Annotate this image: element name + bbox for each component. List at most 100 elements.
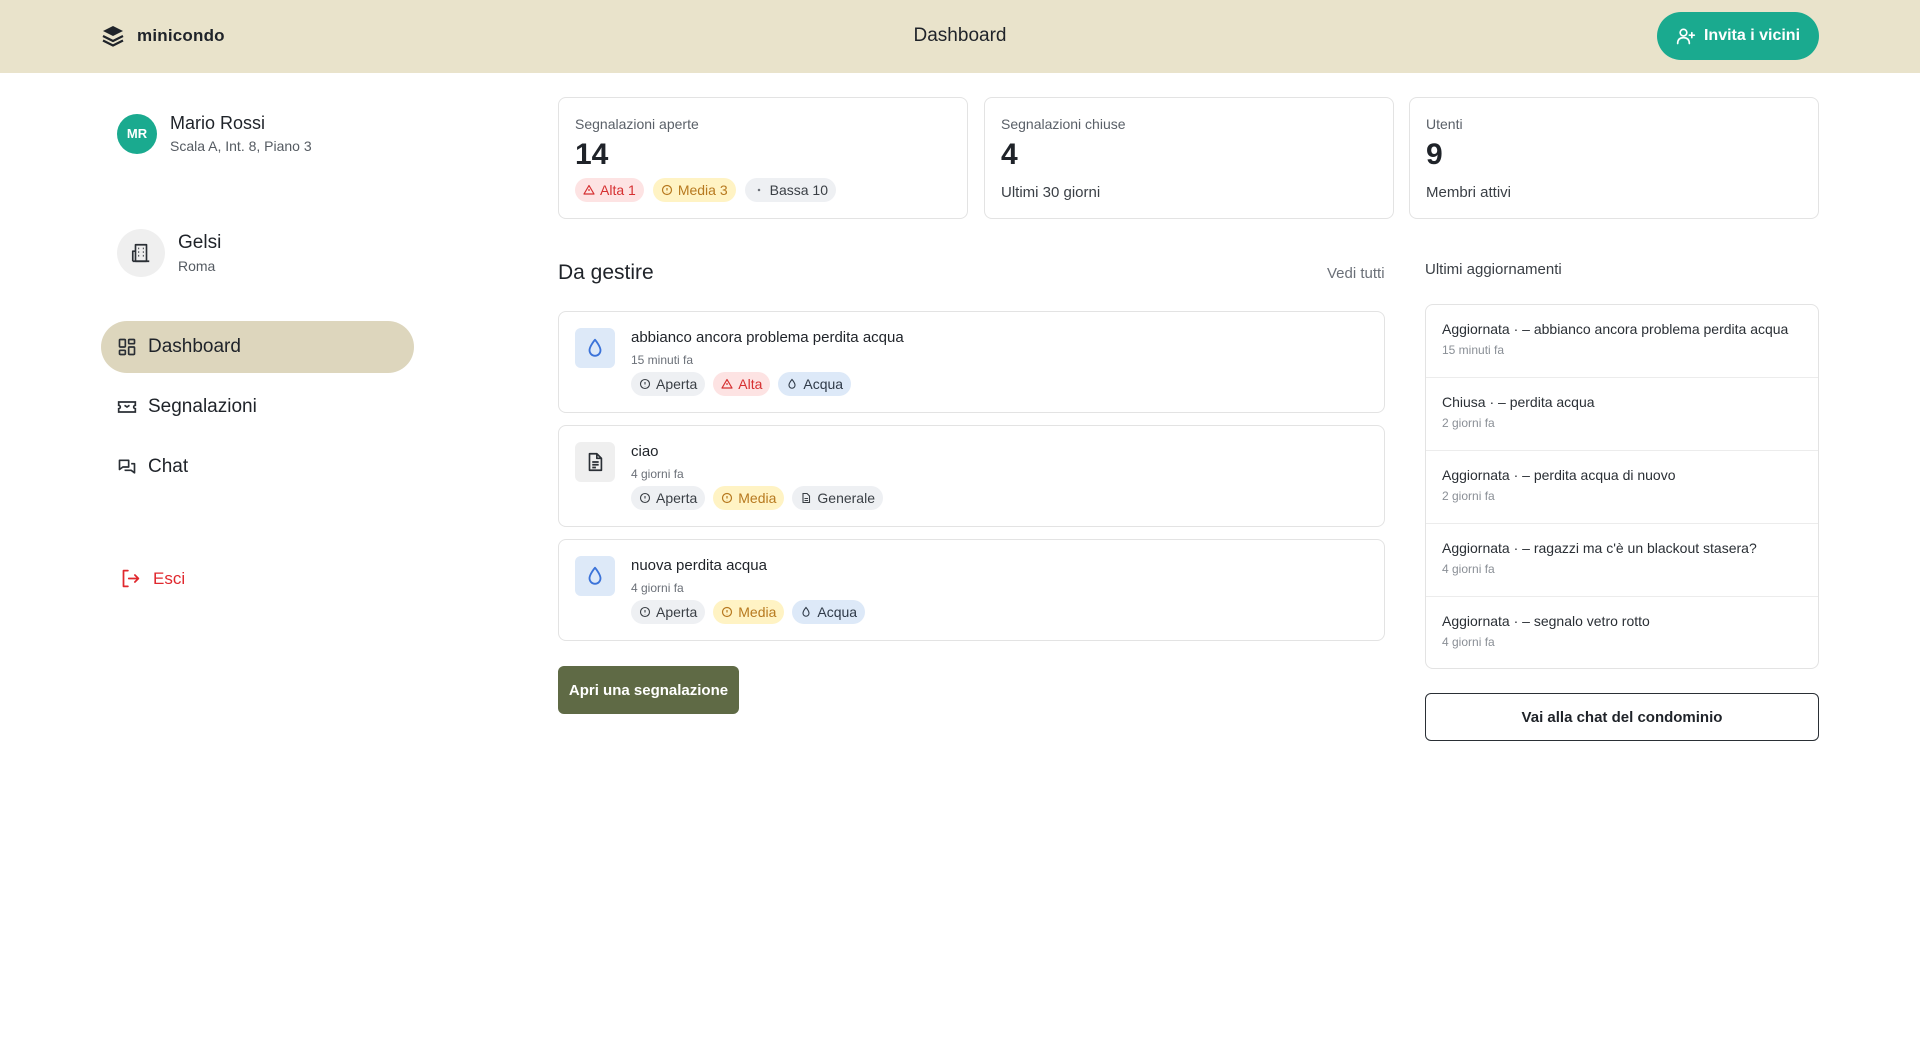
- info-circle-icon: [722, 492, 733, 504]
- see-all-link[interactable]: Vedi tutti: [1327, 265, 1385, 282]
- stat-label: Utenti: [1426, 116, 1463, 132]
- updates-title: Ultimi aggiornamenti: [1425, 261, 1562, 278]
- update-time: 2 giorni fa: [1442, 489, 1495, 503]
- badge-label: Aperta: [656, 604, 698, 620]
- sidebar-item-segnalazioni[interactable]: Segnalazioni: [101, 381, 414, 433]
- stat-card-closed[interactable]: Segnalazioni chiuse 4 Ultimi 30 giorni: [984, 97, 1394, 219]
- update-time: 2 giorni fa: [1442, 416, 1495, 430]
- user-plus-icon: [1676, 28, 1696, 45]
- issue-time: 4 giorni fa: [631, 467, 684, 481]
- sidebar-nav: Dashboard Segnalazioni Chat: [101, 321, 414, 501]
- logout-button[interactable]: Esci: [120, 568, 185, 589]
- priority-badge: Media: [713, 600, 785, 624]
- invite-neighbors-button[interactable]: Invita i vicini: [1657, 12, 1819, 60]
- page-title: Dashboard: [913, 25, 1007, 46]
- dot-icon: [757, 188, 760, 192]
- stat-label: Segnalazioni chiuse: [1001, 116, 1126, 132]
- issue-card[interactable]: ciao 4 giorni fa Aperta Media Generale: [558, 425, 1385, 527]
- info-circle-icon: [722, 606, 733, 618]
- category-badge: Generale: [792, 486, 883, 510]
- water-drop-icon: [575, 328, 615, 368]
- priority-low-badge: Bassa 10: [744, 178, 836, 202]
- priority-badge: Alta: [713, 372, 771, 396]
- section-title-todo: Da gestire: [558, 261, 654, 284]
- badge-label: Acqua: [817, 604, 858, 620]
- status-badge: Aperta: [631, 600, 706, 624]
- issue-card[interactable]: abbianco ancora problema perdita acqua 1…: [558, 311, 1385, 413]
- sidebar-item-label: Segnalazioni: [148, 396, 257, 417]
- update-text: Chiusa · – perdita acqua: [1442, 394, 1595, 410]
- stat-value: 9: [1426, 138, 1443, 171]
- stat-value: 4: [1001, 138, 1018, 171]
- info-circle-icon: [639, 378, 651, 390]
- badge-label: Aperta: [656, 490, 698, 506]
- stat-sub: Ultimi 30 giorni: [1001, 184, 1101, 201]
- category-badge: Acqua: [792, 600, 866, 624]
- update-item[interactable]: Chiusa · – perdita acqua 2 giorni fa: [1426, 378, 1818, 451]
- badge-label: Media: [738, 490, 777, 506]
- profile-address: Scala A, Int. 8, Piano 3: [170, 138, 312, 154]
- update-text: Aggiornata · – segnalo vetro rotto: [1442, 613, 1650, 629]
- top-bar: minicondo Dashboard Invita i vicini: [0, 0, 1920, 73]
- issue-time: 4 giorni fa: [631, 581, 684, 595]
- info-circle-icon: [639, 492, 651, 504]
- chat-icon: [118, 459, 136, 474]
- priority-high-badge: Alta 1: [575, 178, 644, 202]
- update-text: Aggiornata · – abbianco ancora problema …: [1442, 321, 1789, 337]
- badge-label: Bassa 10: [769, 182, 828, 198]
- issue-title: abbianco ancora problema perdita acqua: [631, 329, 904, 346]
- category-badge: Acqua: [778, 372, 852, 396]
- stat-card-users[interactable]: Utenti 9 Membri attivi: [1409, 97, 1819, 219]
- status-badge: Aperta: [631, 486, 706, 510]
- update-time: 4 giorni fa: [1442, 635, 1495, 649]
- document-icon: [802, 492, 811, 504]
- condo-name: Gelsi: [178, 232, 222, 253]
- badge-label: Acqua: [803, 376, 844, 392]
- logout-label: Esci: [153, 568, 186, 588]
- update-item[interactable]: Aggiornata · – perdita acqua di nuovo 2 …: [1426, 451, 1818, 524]
- warning-icon: [721, 378, 733, 389]
- badge-label: Alta: [738, 376, 763, 392]
- stat-sub: Membri attivi: [1426, 184, 1512, 201]
- building-icon: [117, 229, 165, 277]
- ticket-icon: [117, 401, 137, 413]
- update-text: Aggiornata · – ragazzi ma c'è un blackou…: [1442, 540, 1757, 556]
- badge-label: Media: [738, 604, 777, 620]
- dashboard-icon: [118, 338, 136, 356]
- profile-name: Mario Rossi: [170, 113, 266, 133]
- status-badge: Aperta: [631, 372, 706, 396]
- priority-medium-badge: Media 3: [652, 178, 736, 202]
- updates-list: Aggiornata · – abbianco ancora problema …: [1425, 304, 1819, 669]
- update-item[interactable]: Aggiornata · – segnalo vetro rotto 4 gio…: [1426, 597, 1818, 668]
- water-drop-icon: [575, 556, 615, 596]
- stat-label: Segnalazioni aperte: [575, 116, 699, 132]
- warning-icon: [583, 184, 595, 195]
- user-profile: MR Mario Rossi Scala A, Int. 8, Piano 3: [117, 113, 312, 154]
- update-time: 4 giorni fa: [1442, 562, 1495, 576]
- badge-label: Generale: [817, 490, 875, 506]
- issue-title: nuova perdita acqua: [631, 557, 767, 574]
- priority-badge: Media: [713, 486, 785, 510]
- sidebar-item-chat[interactable]: Chat: [101, 441, 414, 493]
- open-report-button[interactable]: Apri una segnalazione: [558, 666, 739, 714]
- condo-info[interactable]: Gelsi Roma: [117, 229, 221, 277]
- info-circle-icon: [661, 184, 672, 196]
- condo-city: Roma: [178, 258, 216, 274]
- issue-time: 15 minuti fa: [631, 353, 694, 367]
- stat-card-open[interactable]: Segnalazioni aperte 14 Alta 1 Media 3 Ba…: [558, 97, 968, 219]
- avatar: MR: [117, 113, 157, 154]
- water-drop-icon: [788, 378, 796, 389]
- invite-button-label: Invita i vicini: [1703, 27, 1801, 44]
- update-item[interactable]: Aggiornata · – abbianco ancora problema …: [1426, 305, 1818, 378]
- condo-chat-button[interactable]: Vai alla chat del condominio: [1425, 693, 1819, 741]
- info-circle-icon: [639, 606, 651, 618]
- issue-card[interactable]: nuova perdita acqua 4 giorni fa Aperta M…: [558, 539, 1385, 641]
- badge-label: Media 3: [677, 182, 728, 198]
- update-item[interactable]: Aggiornata · – ragazzi ma c'è un blackou…: [1426, 524, 1818, 597]
- logout-icon: [122, 569, 140, 588]
- sidebar-item-label: Chat: [148, 456, 189, 477]
- update-text: Aggiornata · – perdita acqua di nuovo: [1442, 467, 1676, 483]
- sidebar-item-dashboard[interactable]: Dashboard: [101, 321, 414, 373]
- issue-title: ciao: [631, 443, 659, 460]
- water-drop-icon: [802, 606, 810, 617]
